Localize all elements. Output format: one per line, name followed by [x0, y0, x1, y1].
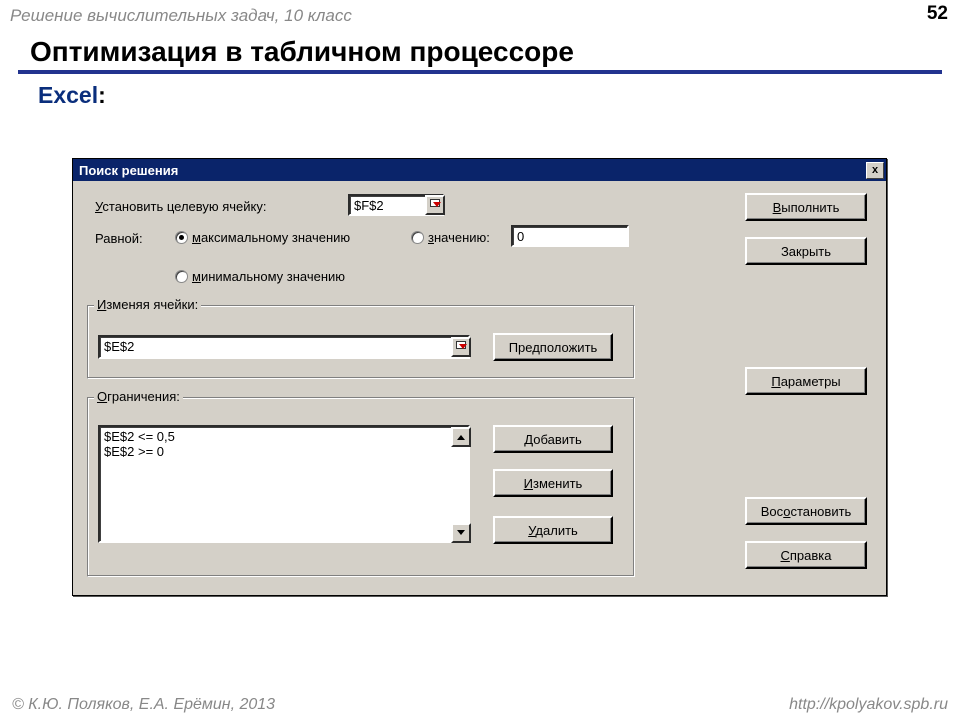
constraints-list[interactable]: $E$2 <= 0,5 $E$2 >= 0 [98, 425, 470, 543]
suggest-button[interactable]: Предположить [493, 333, 613, 361]
radio-value[interactable]: значению: [411, 230, 490, 245]
help-button[interactable]: Справка [745, 541, 867, 569]
scroll-up-button[interactable] [451, 427, 471, 447]
changing-cells-input[interactable]: $E$2 [98, 335, 470, 359]
chevron-up-icon [457, 431, 465, 440]
radio-min-label: минимальному значению [192, 269, 345, 284]
collapse-ref-icon[interactable] [425, 195, 445, 215]
radio-icon [175, 270, 188, 283]
radio-min[interactable]: минимальному значению [175, 269, 345, 284]
constraints-legend: Ограничения: [94, 389, 183, 404]
slide-header: Решение вычислительных задач, 10 класс [0, 0, 960, 26]
subtitle: Excel: [0, 74, 960, 109]
radio-max[interactable]: максимальному значению [175, 230, 350, 245]
subtitle-colon: : [98, 82, 106, 108]
add-button[interactable]: Добавить [493, 425, 613, 453]
radio-icon [175, 231, 188, 244]
page-number: 52 [927, 3, 948, 25]
constraint-item[interactable]: $E$2 <= 0,5 [104, 429, 464, 444]
footer-copyright: © К.Ю. Поляков, Е.А. Ерёмин, 2013 [12, 696, 275, 714]
subtitle-app: Excel [38, 82, 98, 108]
value-input[interactable]: 0 [511, 225, 629, 247]
dialog-title: Поиск решения [79, 163, 178, 178]
slide-footer: © К.Ю. Поляков, Е.А. Ерёмин, 2013 http:/… [0, 690, 960, 720]
constraint-item[interactable]: $E$2 >= 0 [104, 444, 464, 459]
radio-value-label: значению: [428, 230, 490, 245]
close-dialog-button[interactable]: Закрыть [745, 237, 867, 265]
target-cell-label: Установить целевую ячейку: [95, 199, 267, 214]
titlebar[interactable]: Поиск решения x [73, 159, 886, 181]
radio-icon [411, 231, 424, 244]
close-icon: x [872, 164, 878, 176]
footer-url: http://kpolyakov.spb.ru [789, 696, 948, 714]
equal-to-label: Равной: [95, 231, 143, 246]
dialog-body: Установить целевую ячейку: $F$2 Равной: … [73, 181, 886, 595]
chevron-down-icon [457, 530, 465, 539]
changing-cells-legend: Изменяя ячейки: [94, 297, 201, 312]
collapse-ref-icon[interactable] [451, 337, 471, 357]
scroll-down-button[interactable] [451, 523, 471, 543]
solver-dialog: Поиск решения x Установить целевую ячейк… [72, 158, 887, 596]
radio-max-label: максимальному значению [192, 230, 350, 245]
change-button[interactable]: Изменить [493, 469, 613, 497]
delete-button[interactable]: Удалить [493, 516, 613, 544]
run-button[interactable]: Выполнить [745, 193, 867, 221]
params-button[interactable]: Параметры [745, 367, 867, 395]
close-button[interactable]: x [866, 162, 884, 179]
page-title: Оптимизация в табличном процессоре [0, 26, 960, 68]
restore-button[interactable]: Восостановить [745, 497, 867, 525]
